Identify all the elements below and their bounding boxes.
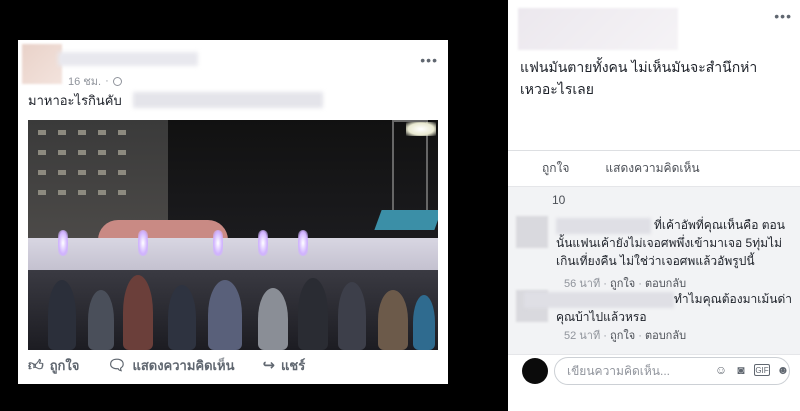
poster-name-blurred[interactable]: [518, 8, 678, 50]
comment-like-link[interactable]: ถูกใจ: [610, 330, 635, 342]
post-actions: 👍︎ ถูกใจ 🗨︎ แสดงความคิดเห็น ↪ แชร์: [18, 346, 448, 384]
comment-time[interactable]: 52 นาที: [564, 330, 600, 342]
share-label: แชร์: [281, 357, 306, 373]
post-text-row: มาหาอะไรกินคับ: [18, 92, 448, 116]
viewer-avatar: [522, 358, 548, 384]
comment-item: ทำไมคุณต้องมาเม้นด่าคุณบ้าไปแล้วหรอ 52 น…: [516, 290, 798, 350]
comment-item: ที่เค้าอัพที่คุณเห็นคือ ตอนนั้นแฟนเค้ายั…: [516, 216, 798, 290]
post-text: มาหาอะไรกินคับ: [28, 93, 122, 108]
share-icon: ↪: [262, 356, 276, 374]
post-text-blurred: [133, 92, 323, 108]
comment-input-icons: ☺ ◙ GIF ☻: [714, 364, 790, 376]
post-photo[interactable]: [28, 120, 438, 350]
comment-list: ที่เค้าอัพที่คุณเห็นคือ ตอนนั้นแฟนเค้ายั…: [508, 212, 800, 354]
comment-like-link[interactable]: ถูกใจ: [610, 278, 635, 290]
emoji-icon[interactable]: ☺: [714, 364, 728, 376]
post-card: 16 ชม. · ••• มาหาอะไรกินคับ 👍︎ ถูกใจ 🗨︎ …: [18, 40, 448, 384]
comment-icon: 🗨︎: [107, 356, 127, 374]
post-time[interactable]: 16 ชม.: [68, 72, 101, 90]
like-button[interactable]: 👍︎ ถูกใจ: [28, 355, 79, 376]
more-icon[interactable]: •••: [774, 8, 792, 24]
comments-panel: ••• แฟนมันตายทั้งคน ไม่เห็นมันจะสำนึกห่า…: [508, 0, 800, 411]
comment-text: ที่เค้าอัพที่คุณเห็นคือ ตอนนั้นแฟนเค้ายั…: [556, 218, 785, 268]
comment-meta: 52 นาที · ถูกใจ · ตอบกลับ: [564, 330, 687, 342]
comment-label: แสดงความคิดเห็น: [132, 357, 235, 373]
panel-like-button[interactable]: ถูกใจ: [542, 159, 569, 178]
write-comment-bar: เขียนความคิดเห็น... ☺ ◙ GIF ☻: [508, 354, 800, 411]
author-name-blurred[interactable]: [58, 52, 198, 66]
reaction-count[interactable]: 10: [508, 186, 800, 212]
gif-icon[interactable]: GIF: [754, 364, 770, 376]
post-meta: 16 ชม. ·: [68, 72, 122, 90]
commenter-avatar[interactable]: [516, 216, 548, 248]
comment-reply-link[interactable]: ตอบกลับ: [645, 278, 686, 290]
share-button[interactable]: ↪ แชร์: [262, 355, 305, 376]
more-icon[interactable]: •••: [420, 52, 438, 68]
like-label: ถูกใจ: [49, 357, 80, 373]
comment-reply-link[interactable]: ตอบกลับ: [645, 330, 686, 342]
post-header: 16 ชม. · •••: [18, 40, 448, 92]
panel-actions: ถูกใจ แสดงความคิดเห็น: [508, 150, 800, 186]
globe-icon: [112, 76, 122, 86]
sticker-icon[interactable]: ☻: [776, 364, 790, 376]
comment-text: ทำไมคุณต้องมาเม้นด่าคุณบ้าไปแล้วหรอ: [556, 292, 793, 324]
panel-comment-button[interactable]: แสดงความคิดเห็น: [605, 159, 699, 178]
camera-icon[interactable]: ◙: [734, 364, 748, 376]
like-icon: 👍︎: [28, 356, 44, 374]
panel-caption: แฟนมันตายทั้งคน ไม่เห็นมันจะสำนึกห่าเหวอ…: [520, 59, 758, 97]
comment-time[interactable]: 56 นาที: [564, 278, 600, 290]
comment-button[interactable]: 🗨︎ แสดงความคิดเห็น: [107, 355, 234, 376]
author-avatar-blurred[interactable]: [22, 44, 62, 84]
